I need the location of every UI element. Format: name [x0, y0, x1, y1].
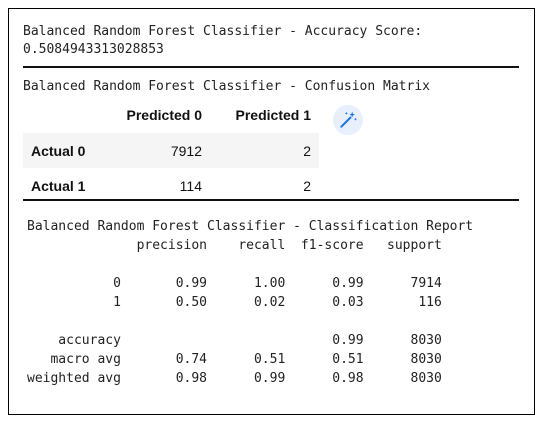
- confusion-matrix-title: Balanced Random Forest Classifier - Conf…: [23, 79, 430, 94]
- magic-wand-icon: [340, 111, 358, 128]
- table-row: Actual 0 7912 2: [23, 133, 319, 168]
- row-label: Actual 0: [31, 142, 86, 159]
- accuracy-output: Balanced Random Forest Classifier - Accu…: [23, 23, 422, 59]
- divider: [23, 66, 519, 68]
- table-cell: 2: [303, 142, 311, 159]
- table-header-row: Predicted 0 Predicted 1: [23, 103, 319, 133]
- table-header-cell: [23, 103, 103, 133]
- row-label: Actual 1: [31, 177, 86, 194]
- classification-report-body: precision recall f1-score support 0 0.99…: [27, 238, 442, 386]
- accuracy-title: Balanced Random Forest Classifier - Accu…: [23, 24, 423, 39]
- classification-report: Balanced Random Forest Classifier - Clas…: [27, 217, 473, 388]
- table-cell: 7912: [170, 142, 202, 159]
- table-cell: 2: [303, 177, 311, 194]
- classification-report-title: Balanced Random Forest Classifier - Clas…: [27, 219, 474, 234]
- magic-wand-button[interactable]: [333, 105, 363, 135]
- accuracy-value: 0.5084943313028853: [23, 42, 164, 57]
- divider: [23, 199, 519, 201]
- table-header-cell: Predicted 0: [126, 107, 202, 123]
- confusion-matrix-table: Predicted 0 Predicted 1 Actual 0 7912 2 …: [23, 103, 319, 203]
- table-row: Actual 1 114 2: [23, 168, 319, 203]
- output-panel: Balanced Random Forest Classifier - Accu…: [8, 8, 535, 415]
- table-header-cell: Predicted 1: [235, 107, 311, 123]
- table-cell: 114: [179, 177, 202, 194]
